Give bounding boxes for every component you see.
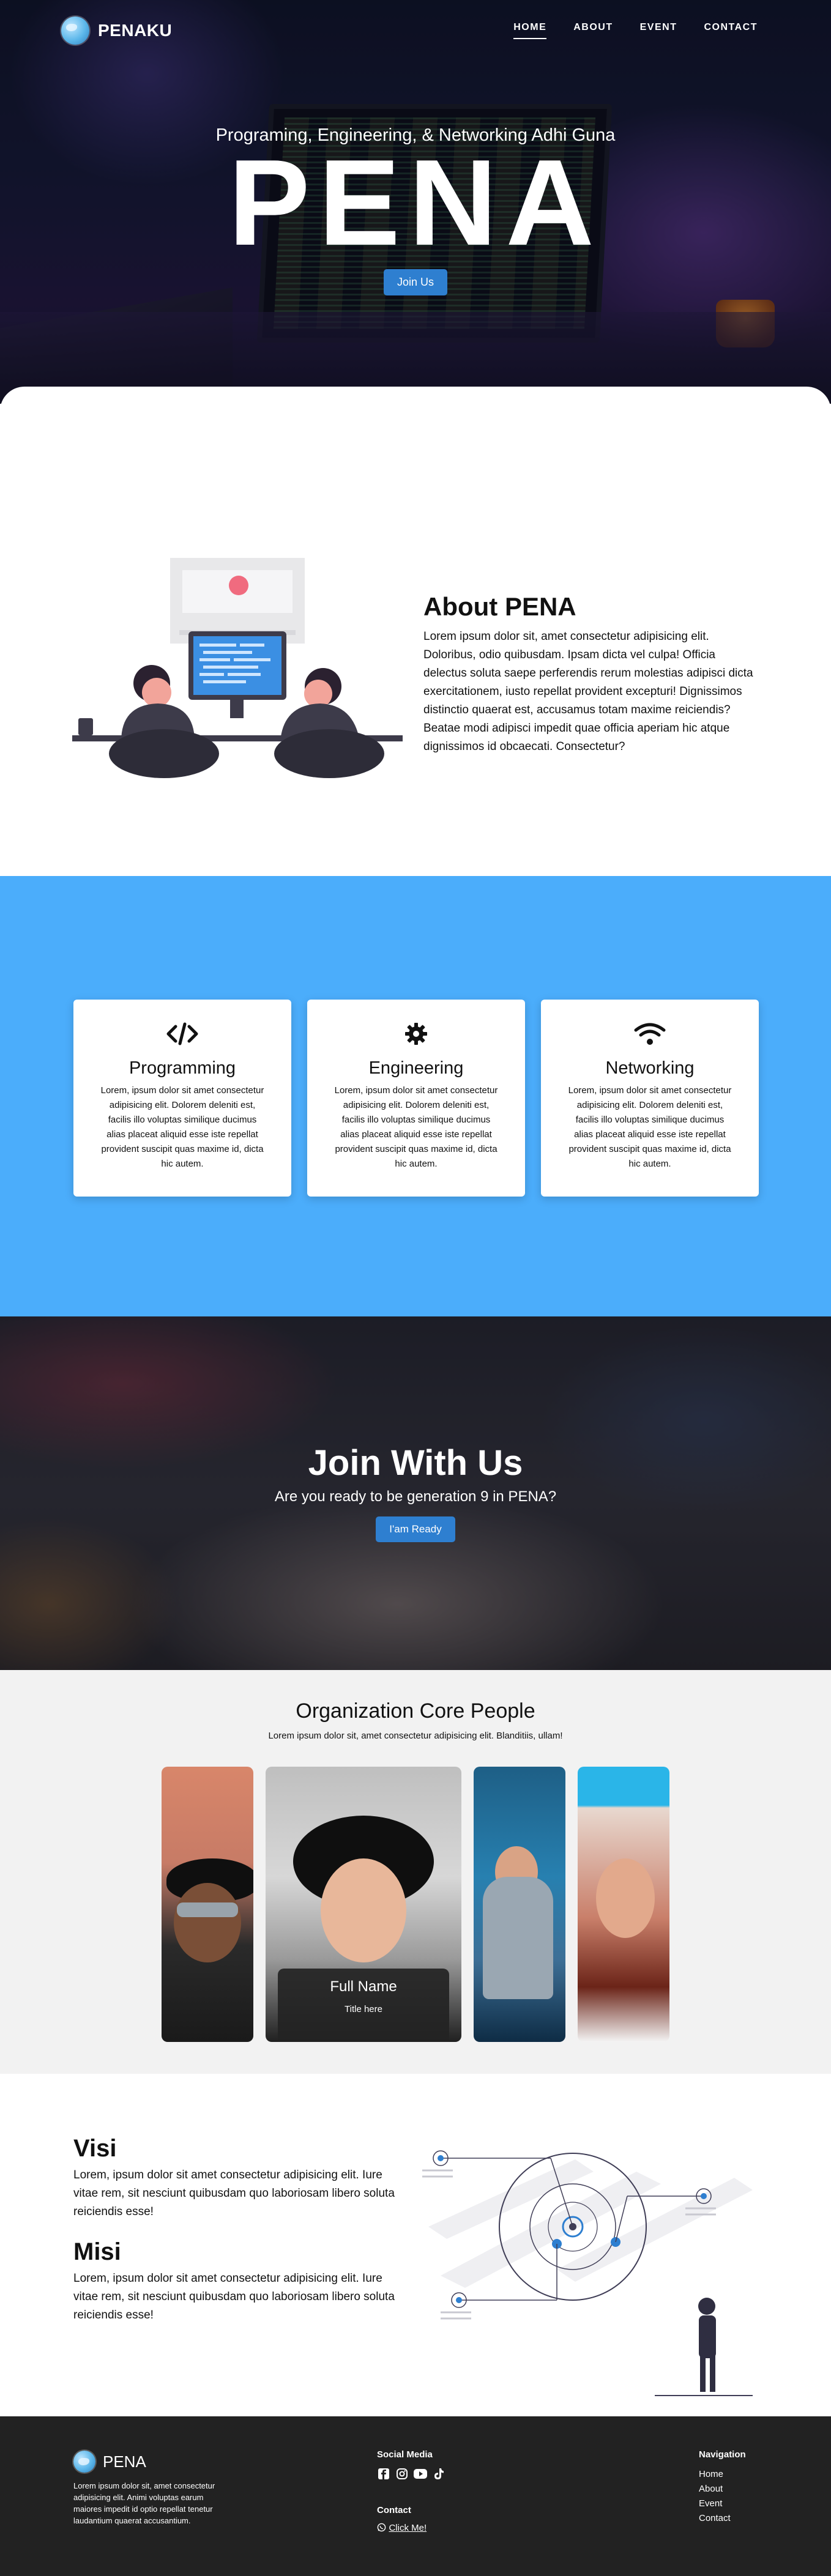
hero-section: PENAKU HOME ABOUT EVENT CONTACT Programi… xyxy=(0,0,831,404)
team-member-title: Title here xyxy=(345,2004,382,2014)
contact-heading: Contact xyxy=(377,2505,411,2515)
service-cards: Programming Lorem, ipsum dolor sit amet … xyxy=(73,1000,759,1197)
footer-social: Social Media Contact Click Me! xyxy=(377,2449,445,2535)
instagram-icon[interactable] xyxy=(395,2467,409,2481)
service-body: Lorem, ipsum dolor sit amet consectetur … xyxy=(334,1085,498,1169)
footer-link-event[interactable]: Event xyxy=(699,2496,746,2511)
service-body: Lorem, ipsum dolor sit amet consectetur … xyxy=(568,1085,732,1169)
brand-logo[interactable]: PENAKU xyxy=(61,17,172,45)
misi-title: Misi xyxy=(73,2238,121,2265)
footer-link-contact[interactable]: Contact xyxy=(699,2511,746,2526)
service-title: Networking xyxy=(605,1058,695,1078)
team-member-card-active[interactable]: Full Name Title here xyxy=(266,1767,461,2042)
join-subtitle: Are you ready to be generation 9 in PENA… xyxy=(274,1488,557,1505)
about-illustration xyxy=(72,558,403,778)
service-body: Lorem, ipsum dolor sit amet consectetur … xyxy=(100,1085,264,1169)
visi-title: Visi xyxy=(73,2135,117,2162)
globe-logo-icon xyxy=(73,2451,95,2473)
footer-navigation: Navigation Home About Event Contact xyxy=(699,2449,746,2526)
nav-link-contact[interactable]: CONTACT xyxy=(704,22,758,39)
team-member-card[interactable] xyxy=(162,1767,253,2042)
footer-link-home[interactable]: Home xyxy=(699,2467,746,2482)
social-heading: Social Media xyxy=(377,2449,433,2460)
about-text: About PENA Lorem ipsum dolor sit, amet c… xyxy=(423,592,759,756)
footer-nav-heading: Navigation xyxy=(699,2449,746,2460)
nav-links: HOME ABOUT EVENT CONTACT xyxy=(513,22,758,39)
hero-content: Programing, Engineering, & Networking Ad… xyxy=(0,125,831,295)
footer-brand-name: PENA xyxy=(103,2452,146,2471)
service-title: Engineering xyxy=(368,1058,464,1078)
hero-title: PENA xyxy=(228,135,603,271)
nav-link-event[interactable]: EVENT xyxy=(640,22,677,39)
footer: PENA Lorem ipsum dolor sit, amet consect… xyxy=(0,2416,831,2576)
team-member-card[interactable] xyxy=(578,1767,669,2042)
join-us-button[interactable]: Join Us xyxy=(383,269,448,295)
contact-link[interactable]: Click Me! xyxy=(389,2523,427,2533)
brand-name: PENAKU xyxy=(98,21,173,40)
team-section: Organization Core People Lorem ipsum dol… xyxy=(0,1670,831,2074)
join-title: Join With Us xyxy=(308,1443,523,1483)
youtube-icon[interactable] xyxy=(414,2467,427,2481)
about-body: Lorem ipsum dolor sit, amet consectetur … xyxy=(423,630,753,753)
footer-contact: Click Me! xyxy=(377,2523,445,2535)
wifi-icon xyxy=(541,1020,759,1047)
team-member-name: Full Name xyxy=(330,1978,397,1995)
service-card-engineering: Engineering Lorem, ipsum dolor sit amet … xyxy=(307,1000,525,1197)
code-icon xyxy=(73,1020,291,1047)
footer-brand: PENA Lorem ipsum dolor sit, amet consect… xyxy=(73,2451,220,2526)
join-section: Join With Us Are you ready to be generat… xyxy=(0,1316,831,1670)
visi-body: Lorem, ipsum dolor sit amet consectetur … xyxy=(73,2169,395,2218)
service-title: Programming xyxy=(129,1058,236,1078)
join-content: Join With Us Are you ready to be generat… xyxy=(0,1442,831,1542)
team-title: Organization Core People xyxy=(296,1699,535,1723)
team-name-card: Full Name Title here xyxy=(278,1969,449,2042)
team-lead: Lorem ipsum dolor sit, amet consectetur … xyxy=(268,1731,563,1741)
visi-misi-illustration xyxy=(422,2150,753,2396)
footer-about: Lorem ipsum dolor sit, amet consectetur … xyxy=(73,2481,215,2525)
visi-misi-text: Visi Lorem, ipsum dolor sit amet consect… xyxy=(73,2135,404,2342)
whatsapp-icon xyxy=(377,2523,386,2535)
social-icons xyxy=(377,2467,445,2481)
about-title: About PENA xyxy=(423,592,576,621)
im-ready-button[interactable]: I'am Ready xyxy=(376,1516,455,1542)
nav-link-home[interactable]: HOME xyxy=(513,22,547,39)
team-member-card[interactable] xyxy=(474,1767,565,2042)
gear-icon xyxy=(307,1020,525,1047)
nav-link-about[interactable]: ABOUT xyxy=(573,22,613,39)
service-card-programming: Programming Lorem, ipsum dolor sit amet … xyxy=(73,1000,291,1197)
footer-link-about[interactable]: About xyxy=(699,2482,746,2496)
team-gallery: Full Name Title here xyxy=(162,1767,669,2042)
visi-misi-section: Visi Lorem, ipsum dolor sit amet consect… xyxy=(0,2074,831,2416)
top-navbar: PENAKU HOME ABOUT EVENT CONTACT xyxy=(0,0,831,61)
facebook-icon[interactable] xyxy=(377,2467,390,2481)
service-card-networking: Networking Lorem, ipsum dolor sit amet c… xyxy=(541,1000,759,1197)
tiktok-icon[interactable] xyxy=(432,2467,445,2481)
misi-body: Lorem, ipsum dolor sit amet consectetur … xyxy=(73,2272,395,2322)
about-section: About PENA Lorem ipsum dolor sit, amet c… xyxy=(0,387,831,876)
globe-logo-icon xyxy=(61,17,89,45)
services-section: Programming Lorem, ipsum dolor sit amet … xyxy=(0,876,831,1316)
